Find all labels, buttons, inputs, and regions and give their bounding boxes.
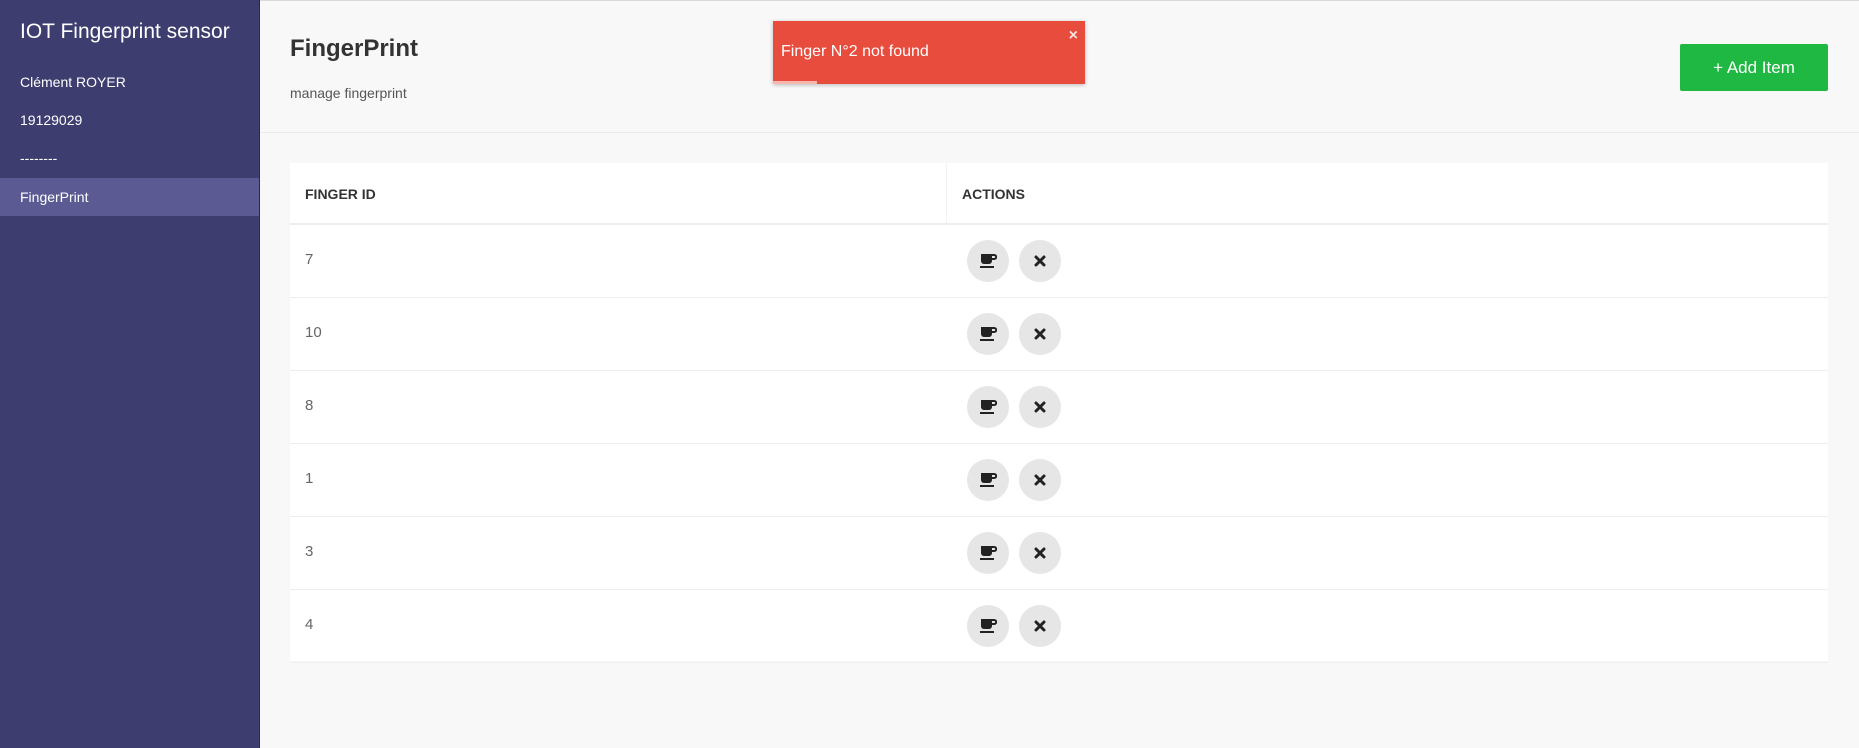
table-row: 10 <box>290 298 1828 371</box>
close-icon <box>1034 547 1046 559</box>
coffee-icon <box>979 618 997 634</box>
finger-id-cell: 7 <box>305 251 314 268</box>
coffee-button[interactable] <box>967 240 1009 282</box>
delete-button[interactable] <box>1019 240 1061 282</box>
delete-button[interactable] <box>1019 386 1061 428</box>
coffee-button[interactable] <box>967 605 1009 647</box>
sidebar-user-id: 19129029 <box>20 112 83 128</box>
coffee-button[interactable] <box>967 532 1009 574</box>
column-header-actions: ACTIONS <box>962 186 1025 202</box>
coffee-icon <box>979 545 997 561</box>
sidebar-user-name: Clément ROYER <box>20 74 126 90</box>
table-row: 7 <box>290 225 1828 298</box>
page-subtitle: manage fingerprint <box>290 85 407 101</box>
sidebar-title: IOT Fingerprint sensor <box>20 20 230 43</box>
coffee-button[interactable] <box>967 313 1009 355</box>
sidebar: IOT Fingerprint sensor Clément ROYER 191… <box>0 0 260 748</box>
finger-id-cell: 10 <box>305 324 322 341</box>
sidebar-separator: -------- <box>20 150 58 166</box>
fingerprint-table: FINGER ID ACTIONS 7 10 8 1 3 4 <box>290 163 1828 663</box>
finger-id-cell: 1 <box>305 470 314 487</box>
table-row: 4 <box>290 590 1828 663</box>
coffee-icon <box>979 399 997 415</box>
sidebar-item-fingerprint[interactable]: FingerPrint <box>0 178 259 216</box>
sidebar-item-label: FingerPrint <box>20 189 89 205</box>
finger-id-cell: 3 <box>305 543 314 560</box>
toast-progress-bar <box>773 81 817 84</box>
table-row: 8 <box>290 371 1828 444</box>
column-divider <box>946 163 947 223</box>
table-row: 3 <box>290 517 1828 590</box>
toast-message: Finger N°2 not found <box>781 43 929 60</box>
table-header: FINGER ID ACTIONS <box>290 163 1828 225</box>
close-icon[interactable]: × <box>1069 28 1078 44</box>
coffee-button[interactable] <box>967 386 1009 428</box>
close-icon <box>1034 474 1046 486</box>
coffee-icon <box>979 472 997 488</box>
delete-button[interactable] <box>1019 459 1061 501</box>
close-icon <box>1034 255 1046 267</box>
coffee-button[interactable] <box>967 459 1009 501</box>
page-title: FingerPrint <box>290 35 419 62</box>
delete-button[interactable] <box>1019 605 1061 647</box>
close-icon <box>1034 620 1046 632</box>
add-item-button[interactable]: + Add Item <box>1680 44 1828 91</box>
delete-button[interactable] <box>1019 313 1061 355</box>
close-icon <box>1034 401 1046 413</box>
app-window: IOT Fingerprint sensor Clément ROYER 191… <box>0 0 1859 748</box>
table-row: 1 <box>290 444 1828 517</box>
coffee-icon <box>979 253 997 269</box>
finger-id-cell: 4 <box>305 616 314 633</box>
error-toast: Finger N°2 not found × <box>773 21 1085 84</box>
finger-id-cell: 8 <box>305 397 314 414</box>
close-icon <box>1034 328 1046 340</box>
coffee-icon <box>979 326 997 342</box>
column-header-finger-id: FINGER ID <box>305 186 376 202</box>
delete-button[interactable] <box>1019 532 1061 574</box>
